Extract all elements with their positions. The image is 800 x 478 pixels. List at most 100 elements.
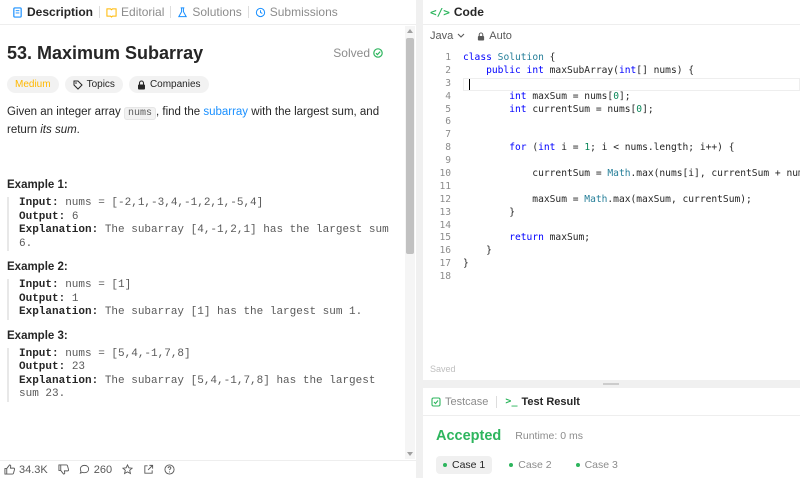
code-line[interactable]: 6 bbox=[423, 116, 800, 129]
line-number: 18 bbox=[439, 271, 451, 283]
thumbs-up-icon bbox=[4, 464, 15, 475]
case-1-tab[interactable]: Case 1 bbox=[436, 456, 493, 474]
like-button[interactable]: 34.3K bbox=[4, 464, 48, 476]
line-content: for (int i = 1; i < nums.length; i++) { bbox=[509, 142, 735, 154]
line-content: public int maxSubArray(int[] nums) { bbox=[486, 64, 695, 76]
code-editor[interactable]: 1 class Solution {2 public int maxSubArra… bbox=[423, 52, 800, 352]
tab-solutions[interactable]: Solutions bbox=[171, 0, 247, 25]
tab-solutions-label: Solutions bbox=[192, 5, 242, 19]
language-select[interactable]: Java bbox=[430, 30, 465, 42]
example-1: Example 1: Input: nums = [-2,1,-3,4,-1,2… bbox=[7, 179, 397, 251]
tab-test-result[interactable]: >_ Test Result bbox=[505, 396, 580, 408]
case-2-tab[interactable]: Case 2 bbox=[502, 456, 558, 474]
code-line[interactable]: 5 int currentSum = nums[0]; bbox=[423, 104, 800, 117]
code-line[interactable]: 8 for (int i = 1; i < nums.length; i++) … bbox=[423, 142, 800, 155]
problem-title: 53. Maximum Subarray bbox=[7, 42, 204, 63]
code-line[interactable]: 10 currentSum = Math.max(nums[i], curren… bbox=[423, 168, 800, 181]
share-icon bbox=[144, 464, 154, 474]
explanation-label: Explanation: bbox=[19, 306, 99, 318]
code-line[interactable]: 4 int maxSum = nums[0]; bbox=[423, 91, 800, 104]
case-3-tab[interactable]: Case 3 bbox=[569, 456, 625, 474]
checkbox-icon bbox=[431, 396, 441, 407]
terminal-icon: >_ bbox=[505, 396, 518, 407]
code-line[interactable]: 18 bbox=[423, 271, 800, 284]
line-number: 6 bbox=[445, 116, 451, 128]
line-content: } bbox=[463, 245, 492, 257]
explanation-label: Explanation: bbox=[19, 224, 99, 236]
editor-toolbar: Java Auto bbox=[423, 25, 800, 47]
code-line[interactable]: 15 return maxSum; bbox=[423, 232, 800, 245]
line-number: 8 bbox=[445, 142, 451, 154]
dislike-button[interactable] bbox=[58, 464, 69, 475]
problem-panel: Description Editorial Solutions Submissi… bbox=[0, 0, 416, 478]
statement-text: Given an integer array bbox=[7, 106, 124, 118]
scroll-down-icon[interactable] bbox=[407, 452, 413, 456]
code-line[interactable]: 12 maxSum = Math.max(maxSum, currentSum)… bbox=[423, 194, 800, 207]
tab-test-result-label: Test Result bbox=[521, 395, 580, 408]
output-label: Output: bbox=[19, 210, 66, 223]
tab-submissions[interactable]: Submissions bbox=[249, 0, 344, 25]
language-value: Java bbox=[430, 30, 454, 42]
lock-icon bbox=[478, 31, 485, 40]
tab-description[interactable]: Description bbox=[6, 0, 99, 25]
case-label: Case 1 bbox=[452, 459, 486, 471]
saved-status: Saved bbox=[430, 364, 456, 374]
auto-mode[interactable]: Auto bbox=[477, 30, 512, 42]
line-number: 10 bbox=[439, 168, 451, 180]
comments-button[interactable]: 260 bbox=[79, 464, 112, 476]
line-number: 12 bbox=[439, 193, 451, 205]
line-number: 7 bbox=[445, 129, 451, 141]
output-label: Output: bbox=[19, 361, 66, 373]
input-label: Input: bbox=[19, 279, 59, 291]
tab-testcase[interactable]: Testcase bbox=[431, 396, 488, 408]
code-line[interactable]: 13 } bbox=[423, 207, 800, 220]
case-label: Case 2 bbox=[518, 459, 552, 471]
comment-count: 260 bbox=[93, 463, 113, 476]
document-icon bbox=[13, 6, 22, 18]
code-line[interactable]: 1 class Solution { bbox=[423, 52, 800, 65]
code-line[interactable]: 16 } bbox=[423, 245, 800, 258]
help-button[interactable] bbox=[164, 464, 175, 475]
scroll-thumb[interactable] bbox=[406, 38, 414, 254]
title-row: 53. Maximum Subarray Solved bbox=[7, 40, 397, 66]
code-line[interactable]: 17} bbox=[423, 258, 800, 271]
example-3: Example 3: Input: nums = [5,4,-1,7,8] Ou… bbox=[7, 330, 397, 402]
line-content: int currentSum = nums[0]; bbox=[509, 103, 654, 115]
result-summary: Accepted Runtime: 0 ms bbox=[423, 428, 800, 444]
book-icon bbox=[106, 7, 117, 18]
code-line[interactable]: 7 bbox=[423, 129, 800, 142]
description-scrollbar[interactable] bbox=[405, 26, 415, 459]
subarray-link[interactable]: subarray bbox=[203, 106, 248, 118]
output-value: 6 bbox=[65, 210, 79, 223]
favorite-button[interactable] bbox=[122, 464, 134, 475]
input-label: Input: bbox=[19, 347, 59, 360]
runtime-text: Runtime: 0 ms bbox=[515, 430, 583, 442]
scroll-up-icon[interactable] bbox=[407, 29, 413, 33]
line-number: 3 bbox=[445, 77, 451, 89]
line-content: maxSum = Math.max(maxSum, currentSum); bbox=[463, 193, 752, 205]
line-content: } bbox=[463, 258, 469, 270]
share-button[interactable] bbox=[143, 464, 154, 475]
tab-divider bbox=[496, 395, 498, 408]
code-line[interactable]: 9 bbox=[423, 155, 800, 168]
line-number: 16 bbox=[439, 245, 451, 257]
like-count: 34.3K bbox=[19, 463, 48, 476]
line-number: 9 bbox=[445, 155, 451, 167]
topics-tag[interactable]: Topics bbox=[64, 76, 123, 93]
panel-resize-handle[interactable] bbox=[423, 380, 800, 388]
difficulty-badge[interactable]: Medium bbox=[7, 76, 59, 93]
example-body: Input: nums = [5,4,-1,7,8] Output: 23 Ex… bbox=[7, 347, 397, 402]
line-content: class Solution { bbox=[463, 52, 556, 63]
code-line[interactable]: 14 bbox=[423, 220, 800, 233]
output-label: Output: bbox=[19, 292, 66, 305]
tab-editorial[interactable]: Editorial bbox=[100, 0, 170, 25]
result-panel: Testcase >_ Test Result Accepted Runtime… bbox=[423, 388, 800, 478]
code-line[interactable]: 3 bbox=[423, 77, 800, 91]
pass-dot-icon bbox=[575, 463, 580, 467]
code-line[interactable]: 2 public int maxSubArray(int[] nums) { bbox=[423, 65, 800, 78]
tab-editorial-label: Editorial bbox=[121, 5, 165, 19]
line-content: int maxSum = nums[0]; bbox=[509, 90, 631, 102]
companies-tag[interactable]: Companies bbox=[128, 76, 209, 93]
code-line[interactable]: 11 bbox=[423, 181, 800, 194]
result-tabs: Testcase >_ Test Result bbox=[423, 388, 800, 416]
